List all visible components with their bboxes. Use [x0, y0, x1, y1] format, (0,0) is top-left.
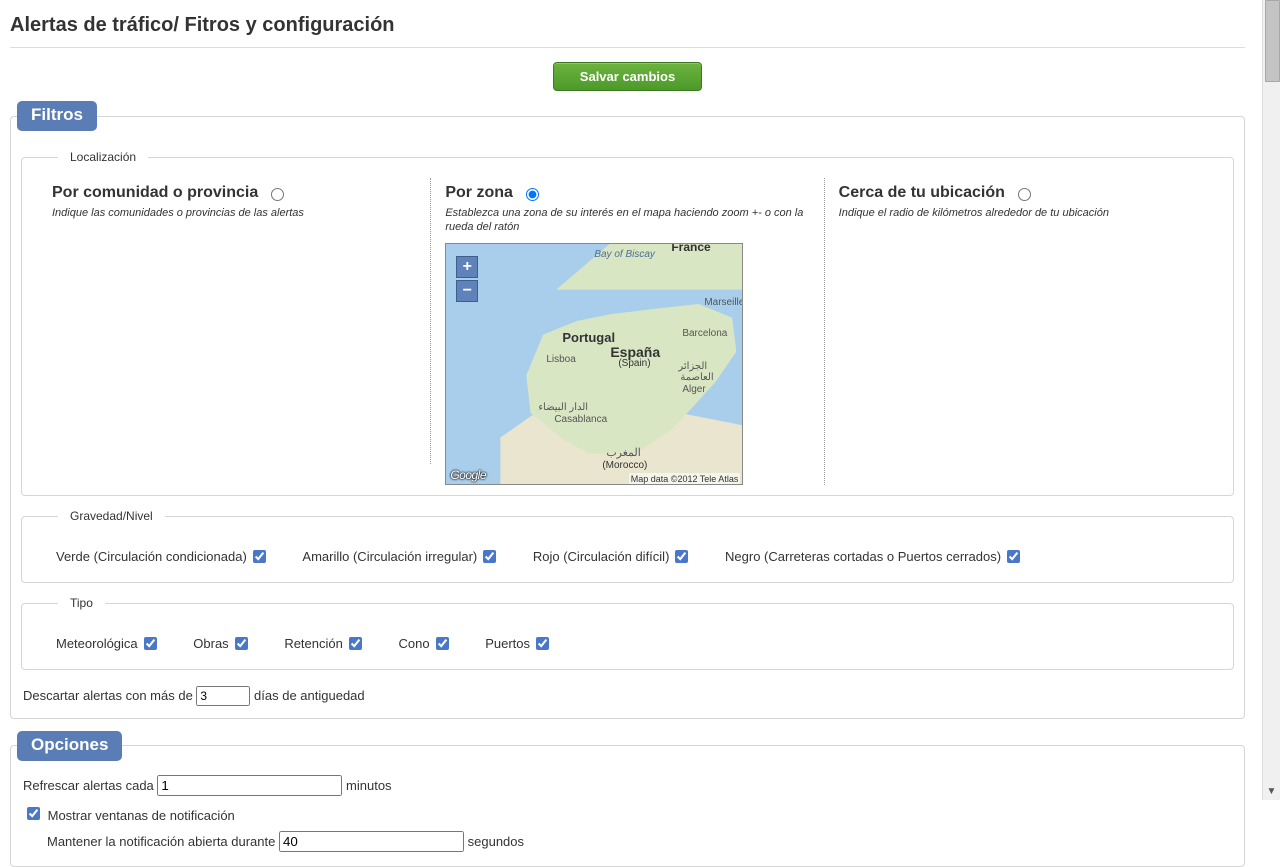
- gravedad-panel: Gravedad/Nivel Verde (Circulación condic…: [21, 506, 1234, 583]
- tipo-item-checkbox[interactable]: [349, 637, 362, 650]
- tipo-item[interactable]: Retención: [284, 634, 365, 653]
- localizacion-panel: Localización Por comunidad o provincia I…: [21, 147, 1234, 496]
- gravedad-item[interactable]: Rojo (Circulación difícil): [533, 547, 692, 566]
- opciones-legend: Opciones: [17, 731, 122, 761]
- refrescar-post: minutos: [346, 778, 392, 793]
- loc-col-ubicacion: Cerca de tu ubicación Indique el radio d…: [825, 178, 1217, 464]
- descartar-days-input[interactable]: [196, 686, 250, 706]
- mantener-seconds-input[interactable]: [279, 831, 464, 852]
- map-label-barcelona: Barcelona: [682, 328, 727, 339]
- map-google-logo: Google: [450, 468, 486, 482]
- map-label-morocco-ar: المغرب: [606, 446, 641, 459]
- tipo-item[interactable]: Cono: [398, 634, 451, 653]
- map-zoom-out-button[interactable]: −: [456, 280, 478, 302]
- tipo-item[interactable]: Meteorológica: [56, 634, 160, 653]
- map-label-alger-ar: الجزائر: [678, 361, 707, 372]
- tipo-item-label: Puertos: [485, 636, 530, 651]
- tipo-item-label: Meteorológica: [56, 636, 138, 651]
- gravedad-item-label: Negro (Carreteras cortadas o Puertos cer…: [725, 549, 1001, 564]
- tipo-item-checkbox[interactable]: [235, 637, 248, 650]
- mostrar-notif-label[interactable]: Mostrar ventanas de notificación: [23, 808, 235, 823]
- map-label-casablanca: Casablanca: [554, 414, 607, 425]
- map-label-casablanca-ar: الدار البيضاء: [538, 402, 588, 413]
- tipo-legend: Tipo: [58, 593, 105, 614]
- tipo-panel: Tipo Meteorológica Obras Retención Cono …: [21, 593, 1234, 670]
- tipo-item[interactable]: Obras: [193, 634, 250, 653]
- tipo-item[interactable]: Puertos: [485, 634, 552, 653]
- gravedad-item-label: Rojo (Circulación difícil): [533, 549, 670, 564]
- gravedad-item[interactable]: Amarillo (Circulación irregular): [302, 547, 499, 566]
- tipo-item-checkbox[interactable]: [144, 637, 157, 650]
- refrescar-minutes-input[interactable]: [157, 775, 342, 796]
- page-title: Alertas de tráfico/ Fitros y configuraci…: [10, 0, 1245, 48]
- gravedad-item-checkbox[interactable]: [675, 550, 688, 563]
- mostrar-notif-checkbox[interactable]: [27, 807, 40, 820]
- loc-zona-title: Por zona: [445, 184, 513, 202]
- mostrar-notif-text: Mostrar ventanas de notificación: [48, 808, 235, 823]
- map-attribution: Map data ©2012 Tele Atlas: [629, 473, 741, 485]
- loc-comunidad-title: Por comunidad o provincia: [52, 184, 258, 202]
- refrescar-pre: Refrescar alertas cada: [23, 778, 154, 793]
- map-label-france: France: [671, 243, 710, 254]
- descartar-post: días de antiguedad: [254, 688, 365, 703]
- loc-zona-radio[interactable]: [526, 188, 539, 201]
- loc-ubicacion-title: Cerca de tu ubicación: [839, 184, 1005, 202]
- loc-ubicacion-desc: Indique el radio de kilómetros alrededor…: [839, 206, 1203, 220]
- loc-comunidad-radio[interactable]: [271, 188, 284, 201]
- map-label-portugal: Portugal: [562, 330, 615, 345]
- tipo-item-label: Cono: [398, 636, 429, 651]
- map-label-morocco: (Morocco): [602, 460, 647, 471]
- map-label-alger-sub: العاصمة: [680, 372, 713, 383]
- opciones-panel: Opciones Refrescar alertas cada minutos …: [10, 731, 1245, 867]
- loc-comunidad-desc: Indique las comunidades o provincias de …: [52, 206, 416, 220]
- map-label-spain: (Spain): [618, 358, 650, 369]
- gravedad-item[interactable]: Negro (Carreteras cortadas o Puertos cer…: [725, 547, 1023, 566]
- map-label-lisboa: Lisboa: [546, 354, 575, 365]
- map-zoom-in-button[interactable]: +: [456, 256, 478, 278]
- tipo-item-label: Obras: [193, 636, 228, 651]
- loc-zona-desc: Establezca una zona de su interés en el …: [445, 206, 809, 235]
- tipo-item-checkbox[interactable]: [536, 637, 549, 650]
- mantener-pre: Mantener la notificación abierta durante: [47, 834, 275, 849]
- loc-col-zona: Por zona Establezca una zona de su inter…: [431, 178, 824, 485]
- gravedad-item-checkbox[interactable]: [483, 550, 496, 563]
- descartar-pre: Descartar alertas con más de: [23, 688, 193, 703]
- filtros-panel: Filtros Localización Por comunidad o pro…: [10, 101, 1245, 719]
- scrollbar-thumb[interactable]: [1265, 0, 1280, 82]
- gravedad-item-label: Amarillo (Circulación irregular): [302, 549, 477, 564]
- scroll-down-arrow-icon[interactable]: ▼: [1263, 783, 1280, 800]
- vertical-scrollbar[interactable]: ▲ ▼: [1262, 0, 1280, 800]
- map-label-marseille: Marseille: [704, 297, 743, 308]
- save-button[interactable]: Salvar cambios: [553, 62, 702, 91]
- loc-col-comunidad: Por comunidad o provincia Indique las co…: [38, 178, 431, 464]
- map-label-alger: Alger: [682, 384, 705, 395]
- tipo-item-label: Retención: [284, 636, 343, 651]
- filtros-legend: Filtros: [17, 101, 97, 131]
- mantener-post: segundos: [468, 834, 524, 849]
- map-label-biscay: Bay of Biscay: [594, 249, 655, 260]
- gravedad-legend: Gravedad/Nivel: [58, 506, 165, 527]
- loc-ubicacion-radio[interactable]: [1018, 188, 1031, 201]
- localizacion-legend: Localización: [58, 147, 148, 168]
- tipo-item-checkbox[interactable]: [436, 637, 449, 650]
- gravedad-item-checkbox[interactable]: [1007, 550, 1020, 563]
- gravedad-item-checkbox[interactable]: [253, 550, 266, 563]
- map-zoom-controls: + −: [456, 256, 478, 302]
- gravedad-item[interactable]: Verde (Circulación condicionada): [56, 547, 269, 566]
- map[interactable]: + − France Bay of Biscay Marseille Barce…: [445, 243, 743, 485]
- gravedad-item-label: Verde (Circulación condicionada): [56, 549, 247, 564]
